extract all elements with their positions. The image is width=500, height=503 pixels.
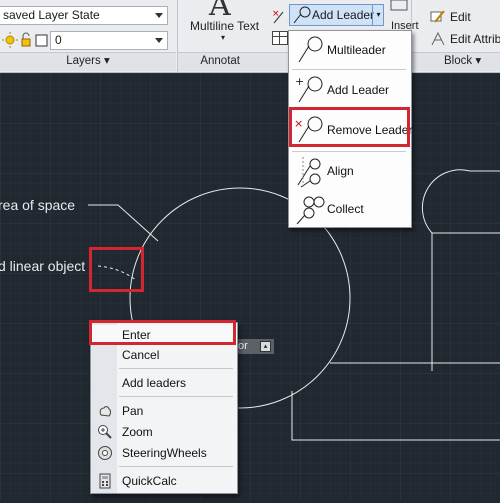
leader-small-icon: × xyxy=(272,9,284,24)
edit-label: Edit xyxy=(450,10,471,24)
edit-attributes-button[interactable]: Edit Attribu xyxy=(430,31,500,49)
svg-text:×: × xyxy=(294,117,303,130)
command-tooltip-text: or xyxy=(238,340,248,352)
edit-button[interactable]: Edit xyxy=(430,9,500,27)
layer-state-value: saved Layer State xyxy=(3,8,100,22)
tooltip-arrow-icon[interactable]: ▴ xyxy=(260,341,271,352)
context-item-add-leaders[interactable]: Add leaders xyxy=(91,373,237,393)
menu-item-remove-leader[interactable]: × Remove Leader xyxy=(289,111,412,149)
layers-panel-title[interactable]: Layers ▾ xyxy=(0,52,176,71)
zoom-icon xyxy=(98,425,112,439)
add-leader-icon: + xyxy=(295,75,323,103)
current-layer-value: 0 xyxy=(55,33,62,47)
remove-leader-icon: × xyxy=(294,116,323,143)
context-item-enter[interactable]: Enter xyxy=(91,325,237,345)
svg-text:×: × xyxy=(272,9,280,19)
drawing-geometry xyxy=(0,73,500,500)
steeringwheels-icon xyxy=(98,446,112,460)
add-leader-label: Add Leader xyxy=(312,8,375,22)
layer-state-dropdown[interactable]: saved Layer State xyxy=(0,6,168,25)
menu-separator xyxy=(292,69,406,70)
multileader-icon xyxy=(298,36,323,63)
right-click-context-menu: Enter Cancel Add leaders Pan Zoom Steeri… xyxy=(90,322,238,494)
current-layer-dropdown[interactable]: 0 xyxy=(50,31,168,50)
multiline-text-button[interactable]: Multiline Text xyxy=(190,19,259,33)
context-item-steeringwheels[interactable]: SteeringWheels xyxy=(91,443,237,463)
add-leader-icon xyxy=(293,6,311,24)
drawing-canvas[interactable]: rea of space d linear object xyxy=(0,73,500,500)
insert-block-icon xyxy=(390,0,408,11)
context-item-quickcalc[interactable]: QuickCalc xyxy=(91,471,237,491)
insert-button[interactable] xyxy=(388,0,410,18)
align-leaders-icon xyxy=(297,157,321,188)
pan-icon xyxy=(99,406,111,417)
add-leader-dropdown-arrow[interactable]: ▾ xyxy=(372,4,384,26)
context-item-cancel[interactable]: Cancel xyxy=(91,345,237,365)
chevron-down-icon xyxy=(155,38,163,43)
multiline-text-arrow[interactable]: ▾ xyxy=(221,33,225,42)
annotation-panel-title[interactable]: Annotat xyxy=(178,52,288,71)
quickcalc-icon xyxy=(99,473,111,489)
command-tooltip: or ▴ xyxy=(236,339,274,354)
add-leader-dropdown-menu: Multileader + Add Leader × Remove Leader… xyxy=(288,30,412,228)
chevron-down-icon xyxy=(155,13,163,18)
area-of-space-label: rea of space xyxy=(0,197,76,213)
menu-item-align[interactable]: Align xyxy=(289,152,409,190)
menu-item-multileader[interactable]: Multileader xyxy=(289,31,409,69)
context-item-pan[interactable]: Pan xyxy=(91,401,237,421)
leader-tools-icon[interactable]: × xyxy=(271,6,289,26)
table-icon[interactable] xyxy=(272,31,288,45)
svg-text:+: + xyxy=(295,75,304,88)
menu-item-collect[interactable]: Collect xyxy=(289,190,409,228)
edit-attributes-label: Edit Attribu xyxy=(450,32,500,46)
collect-leaders-icon xyxy=(296,196,325,225)
menu-item-add-leader[interactable]: + Add Leader xyxy=(289,71,409,109)
context-item-zoom[interactable]: Zoom xyxy=(91,422,237,442)
edit-attributes-icon xyxy=(431,31,445,46)
layer-status-icons xyxy=(2,31,52,49)
menu-separator xyxy=(119,396,233,397)
linear-object-label: d linear object xyxy=(0,258,86,274)
menu-separator xyxy=(119,368,233,369)
edit-block-icon xyxy=(430,10,445,23)
ribbon: saved Layer State 0 Layers ▾ A Multiline… xyxy=(0,0,500,73)
block-panel-title[interactable]: Block ▾ xyxy=(412,52,500,71)
add-leader-split-button[interactable]: Add Leader ▾ xyxy=(289,4,384,26)
menu-separator xyxy=(119,466,233,467)
layer-properties-icons xyxy=(2,32,48,48)
